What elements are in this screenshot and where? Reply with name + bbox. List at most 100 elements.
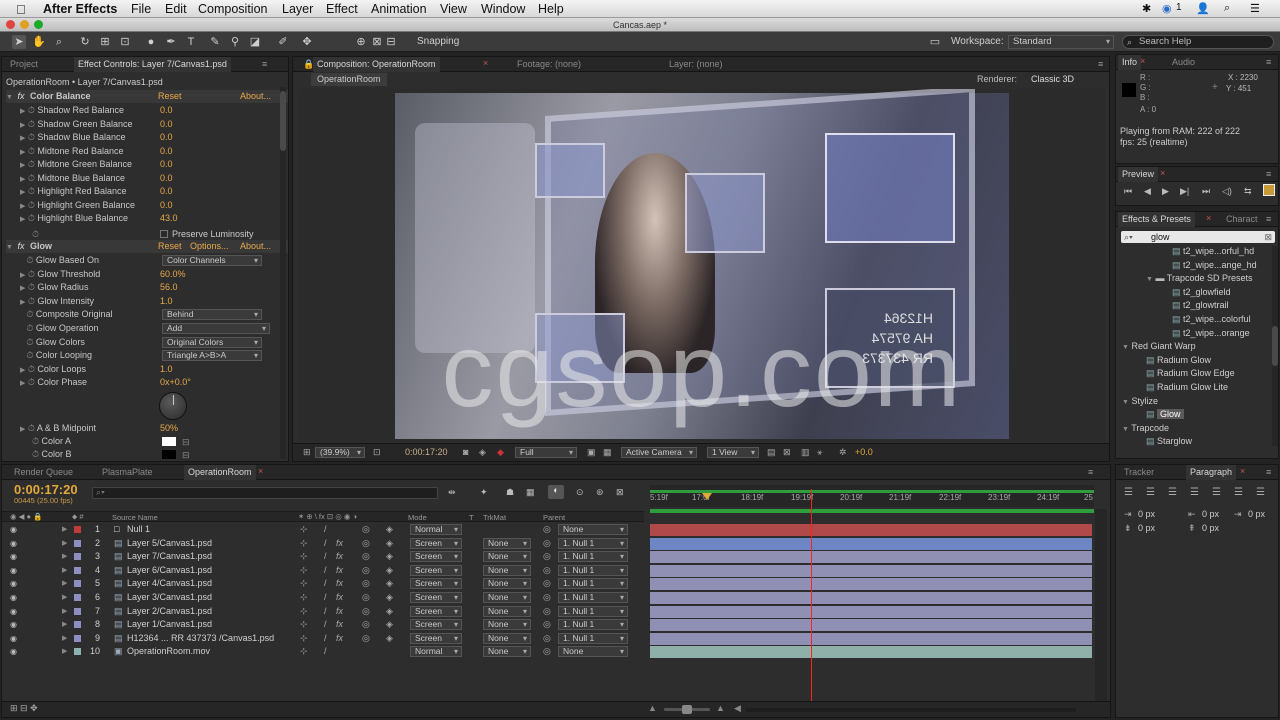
label-color-swatch[interactable] [74, 634, 81, 642]
stopwatch-icon[interactable]: ⏱ [25, 213, 37, 223]
renderer-value[interactable]: Classic 3D [1031, 74, 1074, 84]
glow-options[interactable]: Options... [190, 240, 229, 253]
effects-list-item[interactable]: ▤ Radium Glow Edge [1146, 367, 1235, 380]
param-value[interactable]: 0.0 [160, 118, 173, 131]
quality-switch-icon[interactable]: / [324, 577, 327, 591]
trkmat-select[interactable]: None [483, 578, 531, 590]
stopwatch-icon[interactable]: ⏱ [25, 296, 37, 306]
visibility-eye-icon[interactable]: ◉ [10, 591, 17, 605]
param-select[interactable]: Add [162, 323, 270, 334]
fx-icon[interactable]: fx [17, 91, 24, 101]
camera-tool-icon[interactable]: ⊞ [98, 35, 112, 49]
layer-duration-bar[interactable] [650, 605, 1092, 618]
mode-header[interactable]: Mode [408, 513, 427, 522]
layer-name[interactable]: Layer 3/Canvas1.psd [127, 591, 212, 605]
shy-switch-icon[interactable]: ⊹ [300, 564, 308, 578]
fast-preview-icon[interactable]: ⊠ [783, 447, 791, 458]
fx-switch-icon[interactable]: fx [336, 564, 343, 578]
stopwatch-icon[interactable]: ⏱ [24, 323, 36, 333]
color-b-eyedropper-icon[interactable]: ⊟ [182, 450, 190, 461]
pick-whip-icon[interactable]: ◎ [543, 591, 551, 605]
expand-triangle-icon[interactable]: ▶ [62, 523, 67, 537]
glow-about[interactable]: About... [240, 240, 271, 253]
pick-whip-icon[interactable]: ◎ [543, 550, 551, 564]
graph-editor-icon[interactable]: ⊙ [576, 487, 584, 498]
effects-scrollbar[interactable] [1272, 246, 1278, 446]
play-icon[interactable]: ▶ [1162, 186, 1169, 197]
align-center-icon[interactable]: ☰ [1146, 487, 1155, 498]
list-icon[interactable]: ☰ [1250, 2, 1260, 15]
parent-select[interactable]: 1. Null 1 [558, 537, 628, 549]
stopwatch-icon[interactable]: ⏱ [25, 119, 37, 129]
glow-header[interactable]: ▼ fx Glow Reset Options... About... [6, 240, 288, 253]
indent-left-value[interactable]: 0 px [1138, 509, 1155, 519]
source-name-header[interactable]: Source Name [112, 513, 158, 522]
expand-triangle-icon[interactable]: ▶ [62, 591, 67, 605]
menu-help[interactable]: Help [538, 2, 564, 16]
shy-switch-icon[interactable]: ⊹ [300, 605, 308, 619]
menu-layer[interactable]: Layer [282, 2, 313, 16]
effects-list-item[interactable]: ▼ Red Giant Warp [1122, 340, 1196, 353]
justify-right-icon[interactable]: ☰ [1234, 487, 1243, 498]
layer-name[interactable]: Layer 7/Canvas1.psd [127, 550, 212, 564]
timeline-search-field[interactable]: ⌕▾ [92, 487, 438, 499]
tab-footage[interactable]: Footage: (none) [513, 57, 585, 72]
timeline-zoom-slider[interactable] [664, 705, 710, 714]
trkmat-select[interactable]: None [483, 632, 531, 644]
3d-layer-switch-icon[interactable]: ◈ [386, 577, 393, 591]
motion-blur-switch-icon[interactable]: ◎ [362, 523, 370, 537]
zoom-out-icon[interactable]: ▲ [648, 703, 657, 713]
3d-layer-switch-icon[interactable]: ◈ [386, 523, 393, 537]
expand-triangle-icon[interactable]: ▶ [62, 564, 67, 578]
transparency-grid-icon[interactable]: ▦ [603, 447, 612, 458]
param-value[interactable]: 0.0 [160, 158, 173, 171]
zoom-tool-icon[interactable]: ⌕ [52, 35, 66, 49]
layer-name[interactable]: H12364 ... RR 437373 /Canvas1.psd [127, 632, 274, 646]
layer-row[interactable]: ◉ ▶ 9 ▤ H12364 ... RR 437373 /Canvas1.psd ⊹ / f… [2, 632, 644, 646]
resolution-select[interactable]: Full [515, 447, 577, 458]
search-icon[interactable]: ⌕ [1224, 2, 1230, 15]
param-select[interactable]: Color Channels [162, 255, 262, 266]
layer-name[interactable]: OperationRoom.mov [127, 645, 210, 659]
blend-mode-select[interactable]: Screen [410, 619, 462, 631]
motion-blur-switch-icon[interactable]: ◎ [362, 605, 370, 619]
view-layout-select[interactable]: 1 View [707, 447, 759, 458]
stopwatch-icon[interactable]: ⏱ [25, 173, 37, 183]
timeline-icon[interactable]: ▥ [801, 447, 810, 458]
layer-name[interactable]: Layer 5/Canvas1.psd [127, 537, 212, 551]
grid-icon[interactable]: ⊡ [373, 447, 381, 458]
roto-brush-tool-icon[interactable]: ✐ [276, 35, 290, 49]
effects-list-item[interactable]: ▤ t2_glowtrail [1172, 299, 1229, 312]
blend-mode-select[interactable]: Normal [410, 524, 462, 535]
shy-switch-icon[interactable]: ⊹ [300, 618, 308, 632]
trkmat-select[interactable]: None [483, 551, 531, 563]
draft-3d-icon[interactable]: ✦ [480, 487, 488, 498]
param-value[interactable]: 43.0 [160, 212, 178, 225]
param-value[interactable]: 56.0 [160, 281, 178, 294]
ab-midpoint-value[interactable]: 50% [160, 422, 178, 435]
world-axis-icon[interactable]: ⊠ [370, 35, 384, 49]
workspace-icon[interactable]: ▭ [928, 35, 942, 49]
3d-layer-switch-icon[interactable]: ◈ [386, 537, 393, 551]
pick-whip-icon[interactable]: ◎ [543, 605, 551, 619]
sync-icon[interactable]: ◉ [1162, 2, 1172, 15]
visibility-eye-icon[interactable]: ◉ [10, 618, 17, 632]
param-select[interactable]: Behind [162, 309, 262, 321]
stopwatch-icon[interactable]: ⏱ [25, 200, 37, 210]
align-right-icon[interactable]: ☰ [1168, 487, 1177, 498]
preserve-luminosity-checkbox[interactable] [160, 230, 168, 238]
shy-switch-icon[interactable]: ⊹ [300, 645, 308, 659]
exposure-icon[interactable]: ✲ [839, 447, 847, 458]
label-color-swatch[interactable] [74, 539, 81, 547]
param-value[interactable]: 0.0 [160, 145, 173, 158]
pick-whip-icon[interactable]: ◎ [543, 577, 551, 591]
effects-list-item[interactable]: ▤ t2_wipe...ange_hd [1172, 259, 1257, 272]
color-phase-dial[interactable] [159, 392, 187, 420]
close-window-button[interactable] [6, 20, 15, 29]
expand-triangle-icon[interactable]: ▼ [6, 244, 13, 251]
glow-reset[interactable]: Reset [158, 240, 182, 253]
layer-duration-bar[interactable] [650, 564, 1092, 577]
show-snapshot-icon[interactable]: ◈ [479, 447, 486, 458]
close-tab-icon[interactable]: × [1240, 466, 1245, 476]
timeline-hscroll[interactable] [746, 708, 1076, 712]
